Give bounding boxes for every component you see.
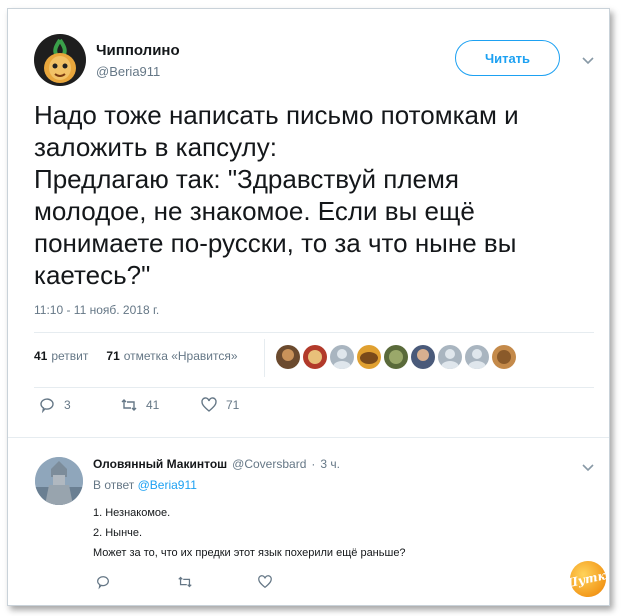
reply-text: 1. Незнакомое. 2. Нынче. Может за то, чт…: [93, 503, 406, 563]
in-reply-to: В ответ @Beria911: [93, 478, 197, 492]
liker-avatar[interactable]: [357, 345, 381, 369]
reply-reply-action[interactable]: [95, 574, 111, 595]
reply-separator: ·: [311, 457, 316, 471]
reply-icon: [40, 398, 54, 414]
author-avatar[interactable]: [34, 34, 86, 86]
retweets-action-count: 41: [146, 398, 160, 412]
reply-action[interactable]: 3: [38, 396, 71, 414]
in-reply-mention[interactable]: @Beria911: [138, 478, 197, 492]
engagement-stats: 41 ретвит 71 отметка «Нравится»: [34, 349, 238, 363]
liker-avatar[interactable]: [330, 345, 354, 369]
divider: [34, 332, 594, 333]
reply-like-action[interactable]: [257, 574, 273, 595]
liker-avatar[interactable]: [276, 345, 300, 369]
likes-label[interactable]: отметка «Нравится»: [124, 349, 238, 363]
stats-separator: [264, 339, 265, 377]
reply-author-handle[interactable]: @Coversbard: [232, 457, 306, 471]
reply-author-avatar[interactable]: [35, 457, 83, 505]
liker-avatar[interactable]: [384, 345, 408, 369]
retweets-count[interactable]: 41: [34, 349, 47, 363]
in-reply-prefix: В ответ: [93, 478, 135, 492]
likes-action-count: 71: [226, 398, 240, 412]
likers-avatars: [276, 345, 516, 369]
chevron-down-icon[interactable]: [581, 53, 595, 67]
reply-author-name[interactable]: Оловянный Макинтош: [93, 457, 227, 471]
liker-avatar[interactable]: [465, 345, 489, 369]
tweet-timestamp[interactable]: 11:10 - 11 нояб. 2018 г.: [34, 303, 159, 317]
chevron-down-icon[interactable]: [581, 460, 595, 474]
heart-icon: [201, 397, 217, 412]
tweet-text: Надо тоже написать письмо потомкам и зал…: [34, 100, 519, 290]
tweet-card: Чипполино @Beria911 Читать Надо тоже нап…: [7, 8, 610, 606]
retweet-action[interactable]: 41: [120, 396, 159, 414]
divider: [8, 437, 609, 438]
reply-time[interactable]: 3 ч.: [320, 457, 340, 471]
reply-icon: [97, 576, 109, 590]
divider: [34, 387, 594, 388]
reply-header: Оловянный Макинтош @Coversbard · 3 ч.: [93, 457, 340, 471]
author-name[interactable]: Чипполино: [96, 42, 180, 59]
likes-count[interactable]: 71: [106, 349, 119, 363]
liker-avatar[interactable]: [492, 345, 516, 369]
retweets-label[interactable]: ретвит: [51, 349, 88, 363]
reply-retweet-action[interactable]: [177, 574, 193, 595]
retweet-icon: [121, 399, 137, 411]
follow-button[interactable]: Читать: [455, 40, 560, 76]
author-handle[interactable]: @Beria911: [96, 64, 160, 79]
liker-avatar[interactable]: [411, 345, 435, 369]
retweet-icon: [178, 576, 192, 588]
liker-avatar[interactable]: [303, 345, 327, 369]
reply-line: Может за то, что их предки этот язык пох…: [93, 547, 406, 559]
like-action[interactable]: 71: [200, 396, 239, 414]
reply-line: 1. Незнакомое.: [93, 507, 171, 519]
reply-line: 2. Нынче.: [93, 527, 143, 539]
liker-avatar[interactable]: [438, 345, 462, 369]
heart-icon: [258, 575, 272, 589]
watermark-logo: Шутка: [562, 557, 609, 601]
replies-count: 3: [64, 398, 71, 412]
